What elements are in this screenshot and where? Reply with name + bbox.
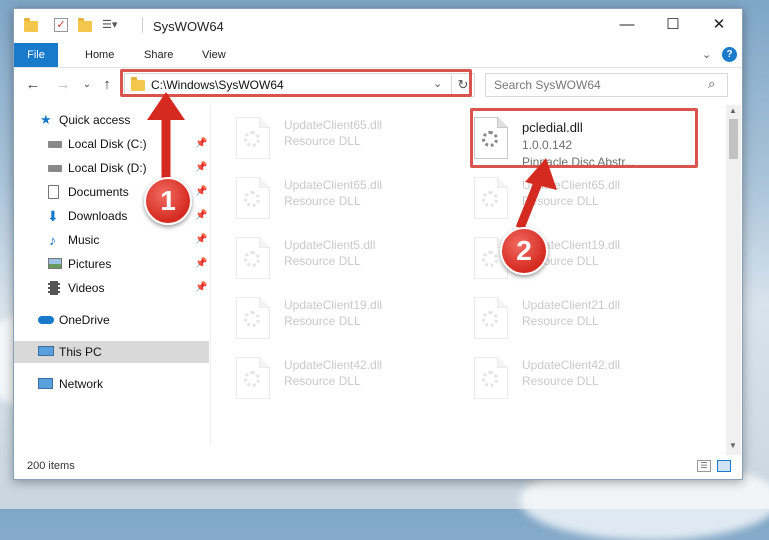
- arrow-2-shaft: [515, 176, 545, 230]
- arrow-2-head: [525, 158, 557, 190]
- step-2-badge: 2: [500, 227, 548, 275]
- annotation-arrows: [147, 92, 557, 230]
- arrow-1-head: [147, 92, 185, 120]
- step-1-badge: 1: [144, 177, 192, 225]
